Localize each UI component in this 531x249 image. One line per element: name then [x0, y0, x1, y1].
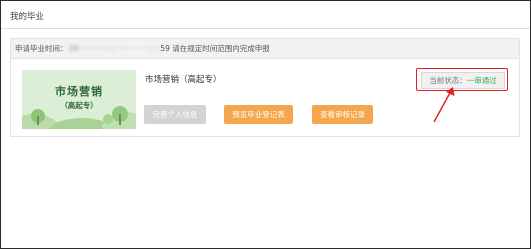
program-name: 市场营销（高起专） [145, 75, 222, 85]
notice-prefix: 申请毕业时间： [15, 44, 68, 53]
complete-info-button[interactable]: 完善个人信息 [144, 105, 206, 124]
program-cover-image: 市场营销 （高起专） [22, 70, 136, 129]
window-frame: 我的毕业 申请毕业时间：20·· ·· ·· ··:··:·· ··· ·· ··… [0, 0, 531, 249]
annotation-arrow-icon [433, 87, 455, 123]
view-review-records-button[interactable]: 查看审核记录 [312, 105, 373, 124]
masked-start-time: 20·· ·· ·· ··:··:·· [68, 44, 119, 53]
title-divider [1, 28, 530, 29]
status-label: 当前状态： [429, 76, 467, 85]
notice-time-tail: 59 [160, 44, 170, 53]
status-value: 一审通过 [466, 76, 497, 85]
notice-suffix: 请在规定时间范围内完成申报 [172, 44, 270, 53]
cover-subtitle: （高起专） [60, 101, 98, 110]
pre-register-form-button[interactable]: 预览毕业登记表 [224, 105, 293, 124]
notice-text: 申请毕业时间：20·· ·· ·· ··:··:·· ··· ·· ·· ··:·… [15, 43, 270, 54]
page-title: 我的毕业 [10, 12, 45, 22]
cover-title: 市场营销 [55, 85, 103, 98]
masked-end-time: ··· ·· ·· ··:··: [120, 44, 160, 53]
notice-bar: 申请毕业时间：20·· ·· ·· ··:··:·· ··· ·· ·· ··:·… [11, 39, 519, 59]
